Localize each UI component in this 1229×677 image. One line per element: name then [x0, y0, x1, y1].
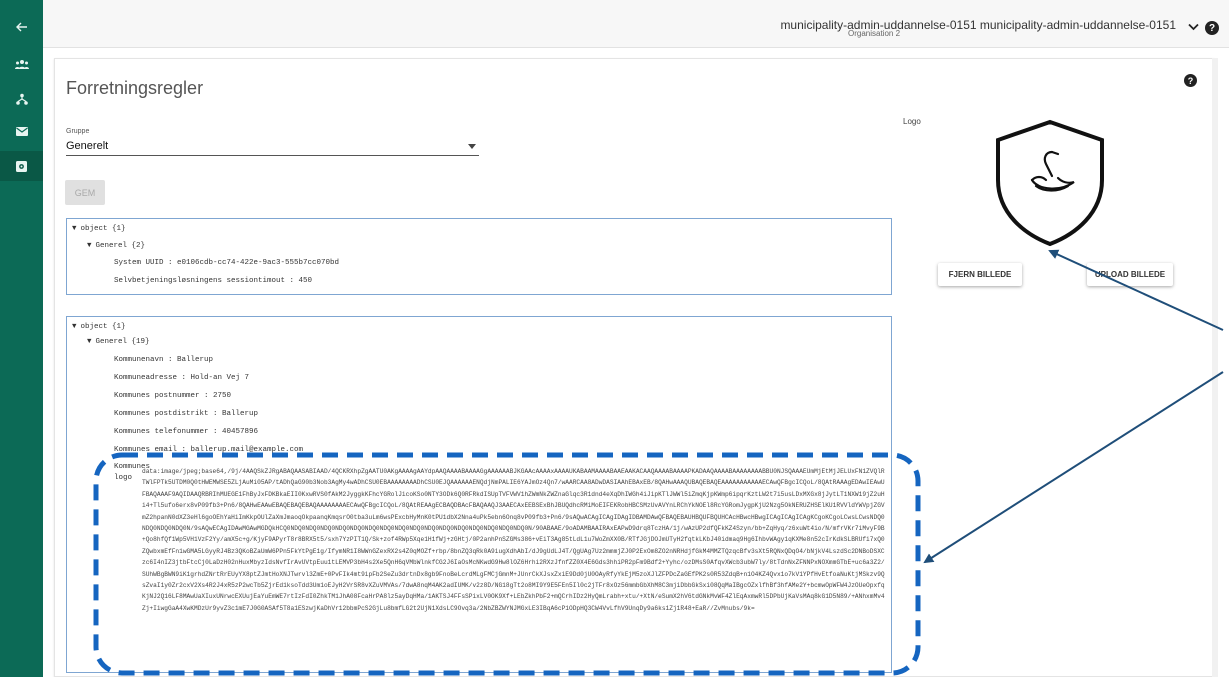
json-row: Selvbetjeningsløsningens sessiontimout :…: [114, 277, 313, 285]
json-viewer-municipality: ▼ object {1} ▼ Generel {19} Kommunenavn : …: [66, 316, 892, 673]
back-arrow-icon[interactable]: [0, 12, 43, 42]
json-group-node[interactable]: ▼ Generel {19}: [87, 338, 150, 346]
group-select-value: Generelt: [66, 140, 109, 152]
json-row: Kommunenavn : Ballerup: [114, 356, 214, 364]
dropdown-arrow-icon: [468, 144, 476, 149]
scrollbar[interactable]: [1212, 58, 1218, 677]
json-row: Kommunes telefonummer : 40457896: [114, 428, 259, 436]
chevron-down-icon[interactable]: [1188, 23, 1199, 31]
logo-base64-value: data:image/jpeg;base64,/9j/4AAQSkZJRgABA…: [142, 468, 885, 612]
json-viewer-system: ▼ object {1} ▼ Generel {2} System UUID : e…: [66, 218, 892, 295]
json-row: Kommunes postnummer : 2750: [114, 392, 232, 400]
left-nav-rail: [0, 0, 43, 677]
mail-icon[interactable]: [0, 116, 43, 146]
settings-icon[interactable]: [0, 151, 43, 181]
json-row: System UUID : e0106cdb-cc74-422e-9ac3-55…: [114, 259, 340, 267]
shield-logo-image: [996, 119, 1104, 247]
json-root-node[interactable]: ▼ object {1}: [72, 323, 126, 331]
json-group-node[interactable]: ▼ Generel {2}: [87, 242, 145, 250]
remove-image-button[interactable]: FJERN BILLEDE: [938, 263, 1022, 286]
save-button[interactable]: GEM: [65, 180, 105, 205]
json-root-node[interactable]: ▼ object {1}: [72, 225, 126, 233]
group-label: Gruppe: [66, 128, 90, 135]
logo-label: Logo: [903, 117, 921, 126]
json-row: Kommunes postdistrikt : Ballerup: [114, 410, 259, 418]
json-row: Kommunes email : ballerup.mail@example.c…: [114, 446, 304, 454]
group-select[interactable]: Generelt: [66, 137, 479, 156]
logo-key: Kommunes logo: [114, 463, 151, 482]
page-title: Forretningsregler: [66, 78, 204, 98]
organisation-name: Organisation 2: [848, 29, 901, 38]
page-help-icon[interactable]: ?: [1184, 74, 1197, 87]
help-icon[interactable]: ?: [1205, 21, 1219, 35]
upload-image-button[interactable]: UPLOAD BILLEDE: [1087, 263, 1173, 286]
users-icon[interactable]: [0, 49, 43, 79]
org-tree-icon[interactable]: [0, 84, 43, 114]
json-row: Kommuneadresse : Hold-an Vej 7: [114, 374, 250, 382]
user-name: municipality-admin-uddannelse-0151 munic…: [780, 18, 1176, 32]
